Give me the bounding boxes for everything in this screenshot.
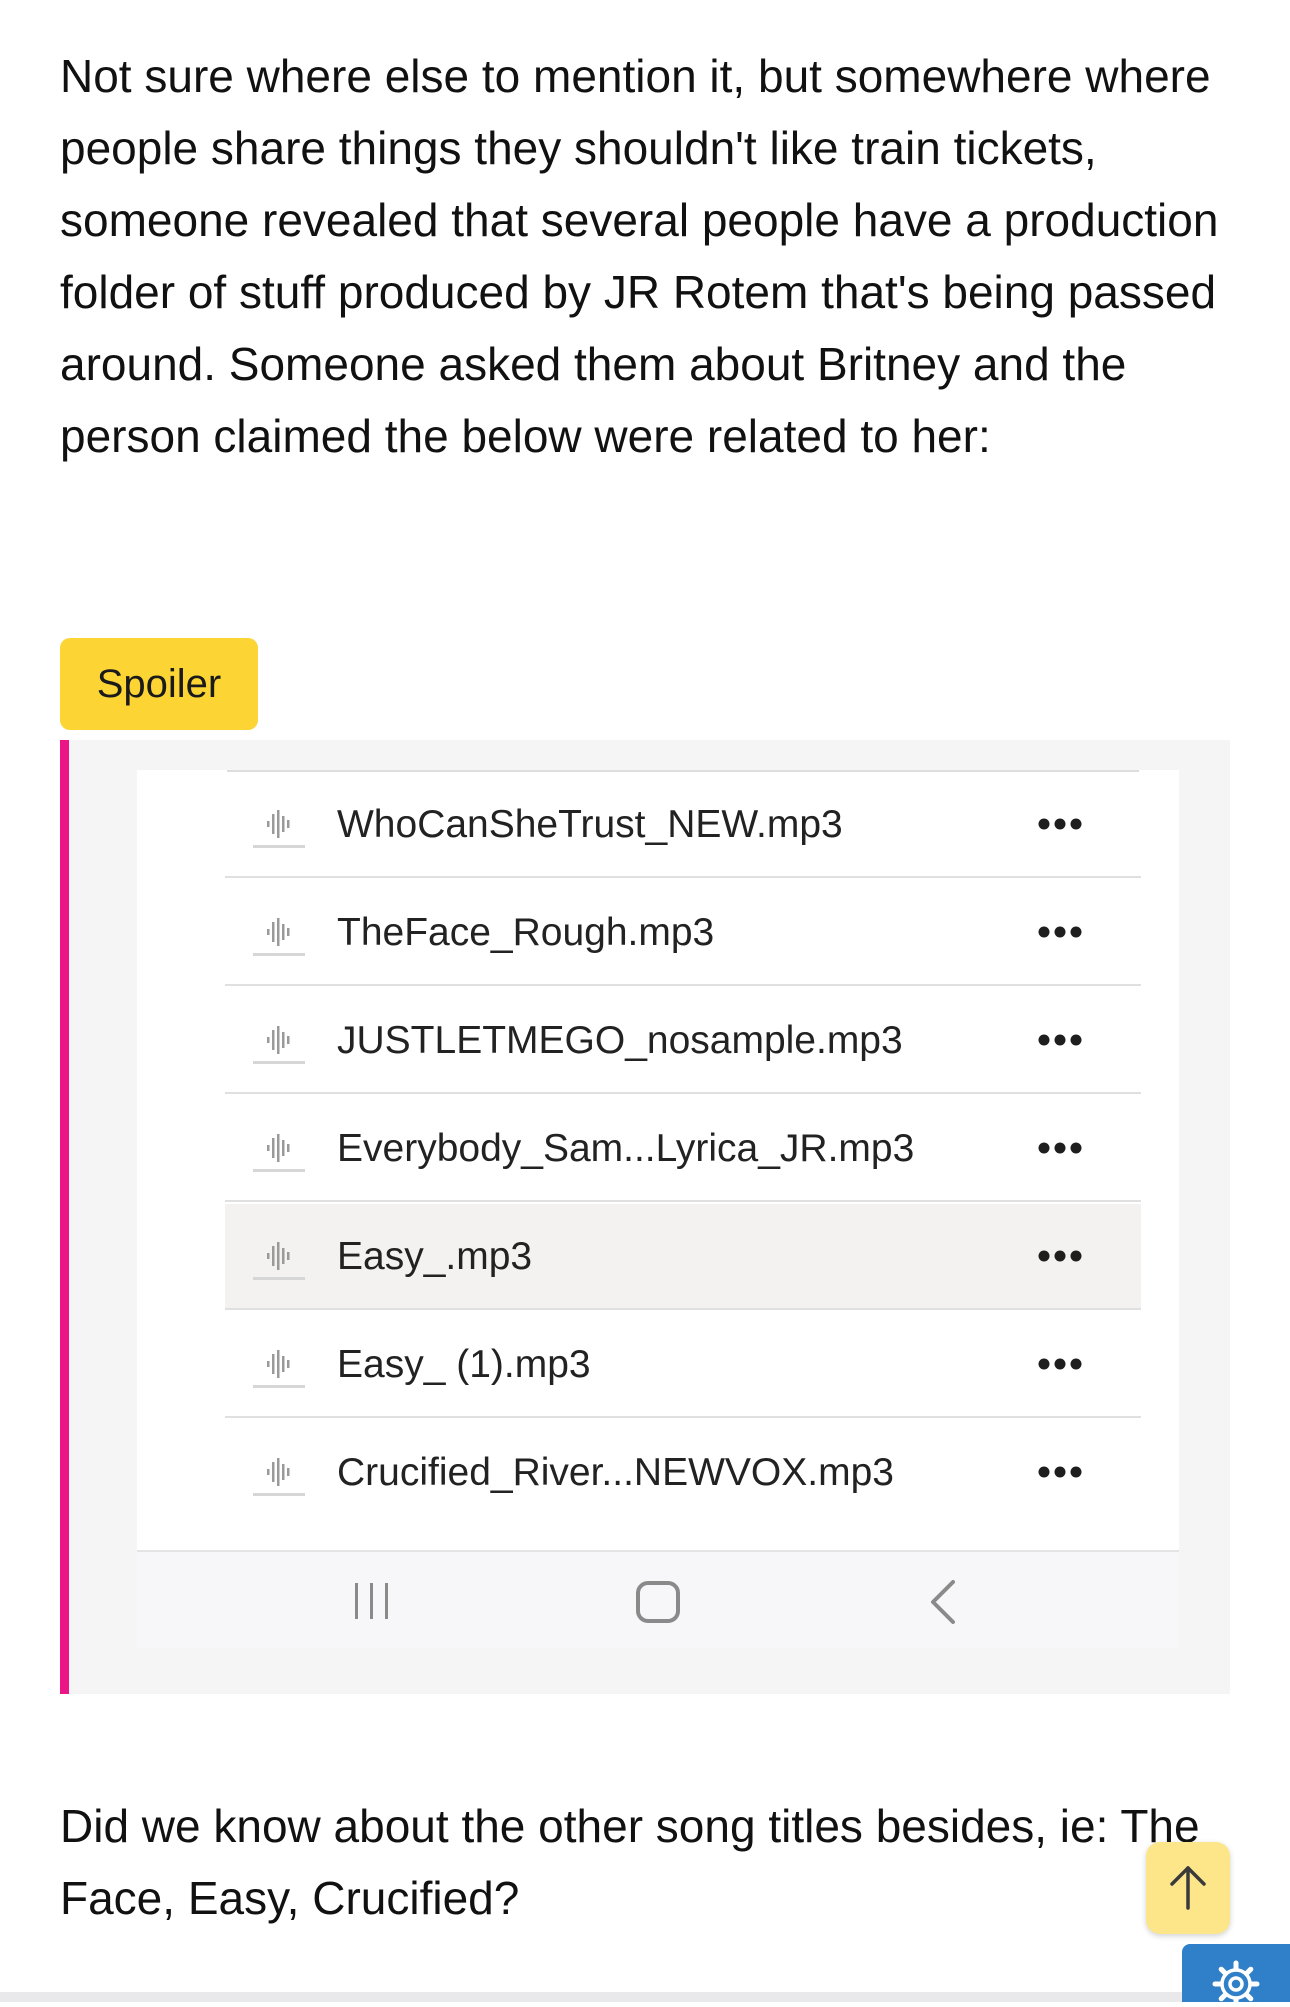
file-name: Crucified_River...NEWVOX.mp3 xyxy=(337,1451,894,1494)
audio-file-icon xyxy=(253,1452,305,1496)
more-horizontal-icon[interactable] xyxy=(1037,1354,1083,1374)
spoiler-content: WhoCanSheTrust_NEW.mp3 TheFace_Rough.mp3 J… xyxy=(60,740,1230,1694)
post-intro-text: Not sure where else to mention it, but s… xyxy=(60,50,1219,462)
file-row[interactable]: TheFace_Rough.mp3 xyxy=(225,880,1141,986)
file-name: TheFace_Rough.mp3 xyxy=(337,911,715,954)
phone-navigation-bar xyxy=(137,1550,1179,1648)
file-row[interactable]: JUSTLETMEGO_nosample.mp3 xyxy=(225,988,1141,1094)
file-row[interactable]: Easy_.mp3 xyxy=(225,1204,1141,1310)
gear-icon xyxy=(1212,1960,1260,2007)
audio-file-icon xyxy=(253,1020,305,1064)
spoiler-button[interactable]: Spoiler xyxy=(60,638,258,730)
audio-file-icon xyxy=(253,912,305,956)
file-name: WhoCanSheTrust_NEW.mp3 xyxy=(337,803,843,846)
file-row[interactable]: Everybody_Sam...Lyrica_JR.mp3 xyxy=(225,1096,1141,1202)
home-icon xyxy=(636,1581,680,1623)
more-horizontal-icon[interactable] xyxy=(1037,1030,1083,1050)
file-name: Easy_ (1).mp3 xyxy=(337,1343,591,1386)
settings-button[interactable] xyxy=(1182,1944,1290,2007)
file-name: Everybody_Sam...Lyrica_JR.mp3 xyxy=(337,1127,915,1170)
more-horizontal-icon[interactable] xyxy=(1037,1462,1083,1482)
recent-apps-icon xyxy=(355,1583,388,1619)
audio-file-icon xyxy=(253,1236,305,1280)
audio-file-icon xyxy=(253,1344,305,1388)
back-icon xyxy=(931,1580,955,1624)
file-name: Easy_.mp3 xyxy=(337,1235,533,1278)
post-question-text: Did we know about the other song titles … xyxy=(60,1800,1200,1924)
file-row[interactable]: Crucified_River...NEWVOX.mp3 xyxy=(225,1420,1141,1526)
embedded-screenshot: WhoCanSheTrust_NEW.mp3 TheFace_Rough.mp3 J… xyxy=(137,770,1179,1648)
file-name: JUSTLETMEGO_nosample.mp3 xyxy=(337,1019,903,1062)
bottom-bar xyxy=(0,1992,1182,2002)
more-horizontal-icon[interactable] xyxy=(1037,1138,1083,1158)
more-horizontal-icon[interactable] xyxy=(1037,922,1083,942)
file-row[interactable]: WhoCanSheTrust_NEW.mp3 xyxy=(225,772,1141,878)
more-horizontal-icon[interactable] xyxy=(1037,814,1083,834)
more-horizontal-icon[interactable] xyxy=(1037,1246,1083,1266)
audio-file-icon xyxy=(253,804,305,848)
file-row[interactable]: Easy_ (1).mp3 xyxy=(225,1312,1141,1418)
audio-file-icon xyxy=(253,1128,305,1172)
arrow-up-icon xyxy=(1170,1866,1206,1910)
scroll-to-top-button[interactable] xyxy=(1146,1842,1230,1934)
